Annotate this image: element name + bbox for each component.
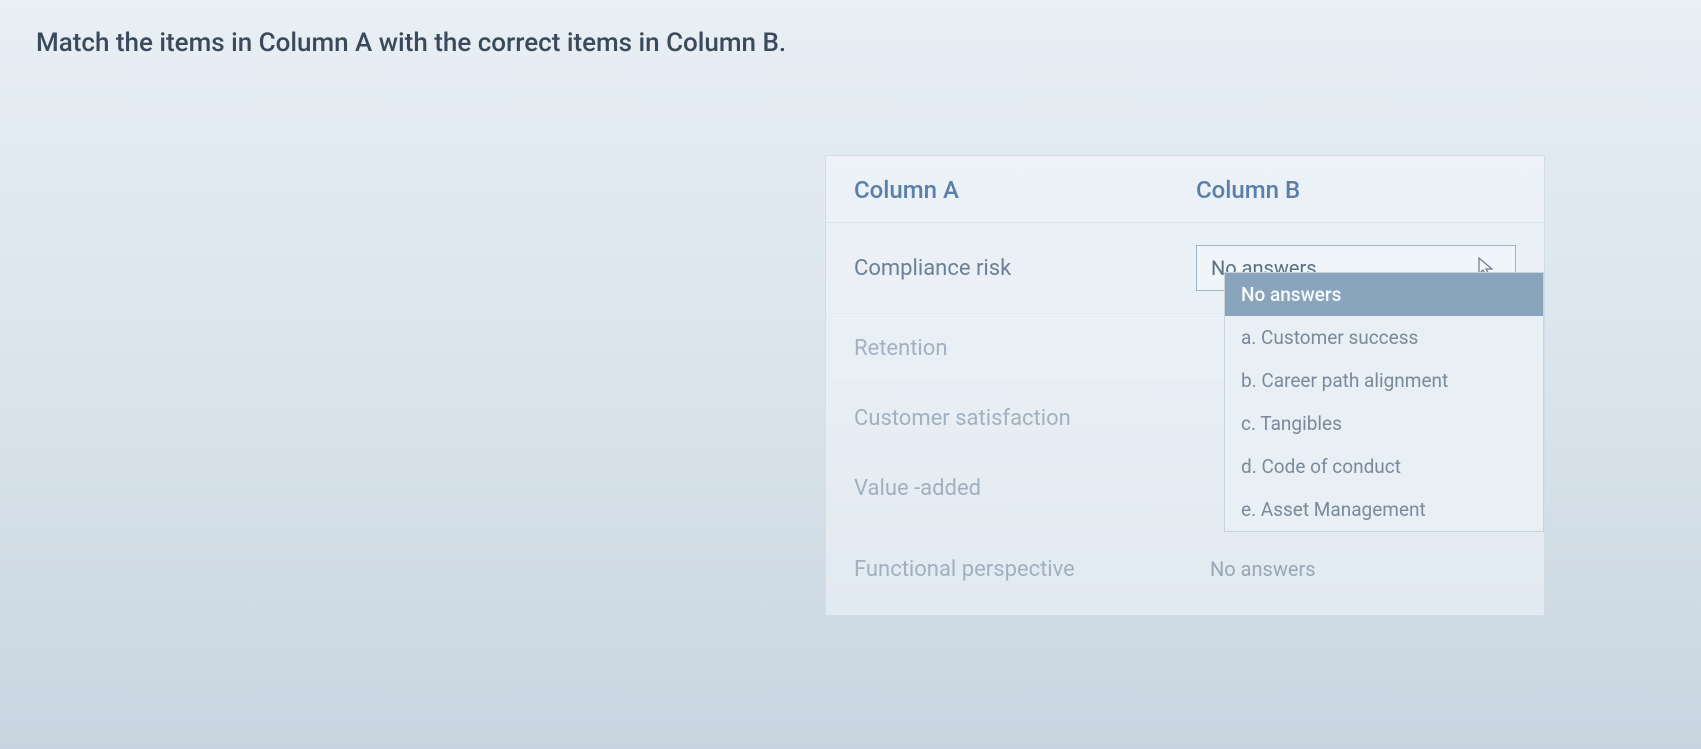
column-a-item: Functional perspective <box>854 557 1196 582</box>
dropdown-option[interactable]: e. Asset Management <box>1225 488 1543 531</box>
column-a-header: Column A <box>854 176 1196 204</box>
dropdown-option[interactable]: d. Code of conduct <box>1225 445 1543 488</box>
table-row: Functional perspective No answers <box>826 524 1544 615</box>
question-text: Match the items in Column A with the cor… <box>0 0 1701 86</box>
select-value: No answers <box>1210 557 1316 581</box>
answer-select[interactable]: No answers <box>1196 546 1516 592</box>
table-header: Column A Column B <box>826 156 1544 223</box>
dropdown-option[interactable]: c. Tangibles <box>1225 402 1543 445</box>
dropdown-option[interactable]: b. Career path alignment <box>1225 359 1543 402</box>
column-a-item: Customer satisfaction <box>854 406 1196 431</box>
column-a-item: Compliance risk <box>854 256 1196 281</box>
dropdown-list: No answers a. Customer success b. Career… <box>1224 272 1544 532</box>
match-table: Column A Column B Compliance risk No ans… <box>825 155 1545 616</box>
column-b-header: Column B <box>1196 176 1516 204</box>
dropdown-option[interactable]: No answers <box>1225 273 1543 316</box>
column-a-item: Value -added <box>854 476 1196 501</box>
column-a-item: Retention <box>854 336 1196 361</box>
dropdown-option[interactable]: a. Customer success <box>1225 316 1543 359</box>
